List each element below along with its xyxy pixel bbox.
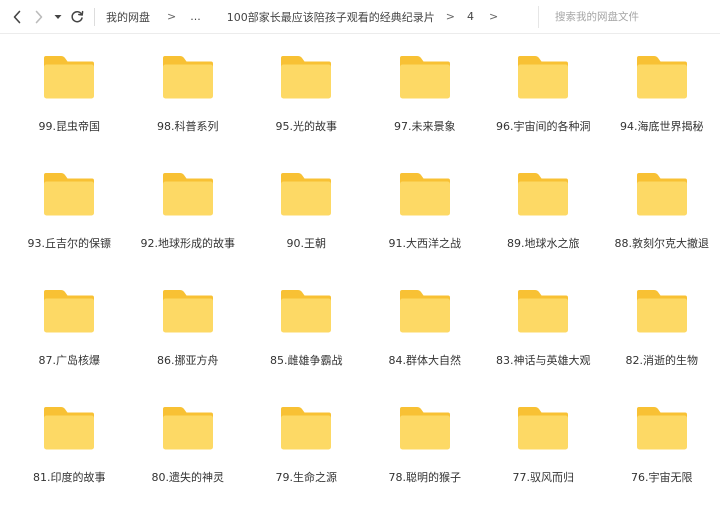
folder-item[interactable]: 92.地球形成的故事 [129,171,248,288]
folder-name: 82.消逝的生物 [626,352,699,368]
folder-item[interactable]: 85.雌雄争霸战 [247,288,366,405]
refresh-icon [70,10,84,24]
folder-item[interactable]: 84.群体大自然 [366,288,485,405]
folder-item[interactable]: 82.消逝的生物 [603,288,720,405]
folder-icon [42,171,96,217]
folder-icon [635,171,689,217]
folder-name: 77.驭风而归 [513,469,575,485]
folder-item[interactable]: 88.敦刻尔克大撤退 [603,171,720,288]
folder-icon [516,288,570,334]
folder-icon [161,288,215,334]
folder-name: 79.生命之源 [276,469,338,485]
breadcrumb-separator: > [446,10,455,23]
folder-item[interactable]: 76.宇宙无限 [603,405,720,522]
folder-item[interactable]: 77.驭风而归 [484,405,603,522]
folder-name: 80.遗失的神灵 [152,469,225,485]
folder-name: 87.广岛核爆 [39,352,101,368]
folder-item[interactable]: 86.挪亚方舟 [129,288,248,405]
folder-icon [279,171,333,217]
folder-item[interactable]: 93.丘吉尔的保镖 [10,171,129,288]
folder-icon [42,54,96,100]
breadcrumb-separator: > [167,10,176,23]
folder-item[interactable]: 99.昆虫帝国 [10,54,129,171]
folder-name: 94.海底世界揭秘 [620,118,704,134]
folder-icon [635,288,689,334]
folder-item[interactable]: 94.海底世界揭秘 [603,54,720,171]
folder-icon [279,54,333,100]
folder-icon [42,405,96,451]
folder-name: 86.挪亚方舟 [157,352,219,368]
chevron-right-icon [34,10,44,24]
history-dropdown[interactable] [50,2,66,32]
breadcrumb-separator: > [489,10,498,23]
folder-item[interactable]: 80.遗失的神灵 [129,405,248,522]
folder-item[interactable]: 97.未来景象 [366,54,485,171]
folder-icon [516,171,570,217]
folder-icon [279,405,333,451]
toolbar-divider [94,8,95,26]
search-box [538,6,720,28]
folder-icon [161,171,215,217]
folder-icon [398,405,452,451]
folder-icon [398,288,452,334]
folder-name: 91.大西洋之战 [389,235,462,251]
folder-name: 81.印度的故事 [33,469,106,485]
folder-icon [161,405,215,451]
breadcrumb-root[interactable]: 我的网盘 [106,9,150,25]
breadcrumb: 我的网盘 > ... 100部家长最应该陪孩子观看的经典纪录片 > 4 > [106,9,498,25]
folder-name: 97.未来景象 [394,118,456,134]
breadcrumb-current[interactable]: 4 [467,10,474,23]
folder-name: 95.光的故事 [276,118,338,134]
folder-item[interactable]: 91.大西洋之战 [366,171,485,288]
folder-name: 84.群体大自然 [389,352,462,368]
folder-item[interactable]: 78.聪明的猴子 [366,405,485,522]
folder-icon [398,54,452,100]
folder-name: 83.神话与英雄大观 [496,352,591,368]
folder-name: 76.宇宙无限 [631,469,693,485]
folder-item[interactable]: 90.王朝 [247,171,366,288]
refresh-button[interactable] [66,2,88,32]
folder-item[interactable]: 95.光的故事 [247,54,366,171]
breadcrumb-folder[interactable]: 100部家长最应该陪孩子观看的经典纪录片 [227,9,435,25]
folder-name: 88.敦刻尔克大撤退 [615,235,710,251]
folder-icon [516,54,570,100]
forward-button[interactable] [28,2,50,32]
folder-icon [635,54,689,100]
file-grid: 99.昆虫帝国 98.科普系列 95.光的故事 97.未来景象 [0,34,720,505]
folder-item[interactable]: 83.神话与英雄大观 [484,288,603,405]
folder-name: 93.丘吉尔的保镖 [28,235,112,251]
chevron-left-icon [12,10,22,24]
folder-item[interactable]: 87.广岛核爆 [10,288,129,405]
folder-icon [42,288,96,334]
folder-item[interactable]: 81.印度的故事 [10,405,129,522]
folder-icon [398,171,452,217]
folder-name: 96.宇宙间的各种洞 [496,118,591,134]
folder-name: 99.昆虫帝国 [39,118,101,134]
folder-item[interactable]: 98.科普系列 [129,54,248,171]
folder-item[interactable]: 79.生命之源 [247,405,366,522]
search-input[interactable] [553,10,707,24]
folder-name: 90.王朝 [287,235,327,251]
folder-name: 92.地球形成的故事 [141,235,236,251]
breadcrumb-ellipsis[interactable]: ... [190,10,201,23]
folder-name: 89.地球水之旅 [507,235,580,251]
folder-name: 78.聪明的猴子 [389,469,462,485]
caret-down-icon [54,14,62,20]
folder-icon [279,288,333,334]
folder-icon [516,405,570,451]
toolbar: 我的网盘 > ... 100部家长最应该陪孩子观看的经典纪录片 > 4 > [0,0,720,34]
folder-icon [161,54,215,100]
folder-name: 98.科普系列 [157,118,219,134]
folder-item[interactable]: 96.宇宙间的各种洞 [484,54,603,171]
back-button[interactable] [6,2,28,32]
folder-name: 85.雌雄争霸战 [270,352,343,368]
folder-icon [635,405,689,451]
folder-item[interactable]: 89.地球水之旅 [484,171,603,288]
